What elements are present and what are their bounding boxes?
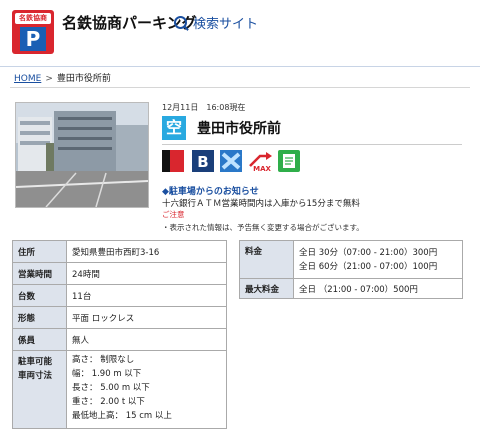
row-value: 愛知県豊田市西町3-16 <box>66 240 227 263</box>
svg-text:MAX: MAX <box>253 165 271 172</box>
card-icon <box>162 150 184 172</box>
table-row: 係員 無人 <box>12 328 227 351</box>
row-value: 無人 <box>66 328 227 351</box>
chevron-right-icon: > <box>45 74 53 84</box>
table-row: 形態 平面 ロックレス <box>12 306 227 329</box>
table-row: 営業時間 24時間 <box>12 262 227 285</box>
row-label: 営業時間 <box>12 262 67 285</box>
meitetsu-parking-logo[interactable]: 名鉄協商 P <box>12 10 54 54</box>
breadcrumb: HOME > 豊田市役所前 <box>14 71 111 84</box>
info-disclaimer: ・表示された情報は、予告無く変更する場合がございます。 <box>162 223 364 232</box>
site-header: 名鉄協商 P 名鉄協商パーキング 検索サイト <box>0 0 480 67</box>
row-label: 台数 <box>12 284 67 307</box>
status-timestamp: 12月11日 16:08現在 <box>162 103 246 112</box>
row-label-line: 車両寸法 <box>18 371 53 381</box>
notice-heading: ◆駐車場からのお知らせ <box>162 187 259 197</box>
dimension-length: 長さ： 5.00 m 以下 <box>72 383 150 393</box>
parking-info-table: 住所 愛知県豊田市西町3-16 営業時間 24時間 台数 11台 形態 平面 ロ… <box>12 240 227 429</box>
search-icon <box>174 16 187 29</box>
price-line: 全日 30分（07:00 - 21:00）300円 <box>299 247 438 258</box>
receipt-icon <box>278 150 300 172</box>
divider <box>162 144 462 145</box>
row-label: 形態 <box>12 306 67 329</box>
table-row: 駐車可能 車両寸法 高さ： 制限なし 幅： 1.90 m 以下 長さ： 5.00… <box>12 350 227 429</box>
row-label-line: 駐車可能 <box>18 357 53 367</box>
row-value: 全日 （21:00 - 07:00）500円 <box>293 278 463 299</box>
table-row: 台数 11台 <box>12 284 227 307</box>
dimension-height: 高さ： 制限なし <box>72 355 135 365</box>
table-row: 最大料金 全日 （21:00 - 07:00）500円 <box>239 278 463 299</box>
row-label: 係員 <box>12 328 67 351</box>
row-value: 24時間 <box>66 262 227 285</box>
row-value: 11台 <box>66 284 227 307</box>
dimension-clearance: 最低地上高： 15 cm 以上 <box>72 411 172 421</box>
parking-lot-name: 豊田市役所前 <box>197 121 281 137</box>
x-icon <box>220 150 242 172</box>
table-row: 料金 全日 30分（07:00 - 21:00）300円 全日 60分（21:0… <box>239 240 463 279</box>
notice-body: 十六銀行ＡＴＭ営業時間内は入庫から15分まで無料 <box>162 199 360 209</box>
svg-text:B: B <box>197 153 208 171</box>
row-label: 料金 <box>239 240 294 279</box>
row-label: 住所 <box>12 240 67 263</box>
search-site-label: 検索サイト <box>193 17 259 32</box>
row-value: 平面 ロックレス <box>66 306 227 329</box>
max-gate-icon: MAX <box>249 152 272 172</box>
search-site-link[interactable]: 検索サイト <box>174 13 258 32</box>
row-label: 駐車可能 車両寸法 <box>12 350 67 429</box>
row-value: 高さ： 制限なし 幅： 1.90 m 以下 長さ： 5.00 m 以下 重さ： … <box>66 350 227 429</box>
row-value: 全日 30分（07:00 - 21:00）300円 全日 60分（21:00 -… <box>293 240 463 279</box>
price-table: 料金 全日 30分（07:00 - 21:00）300円 全日 60分（21:0… <box>239 240 463 299</box>
breadcrumb-home-link[interactable]: HOME <box>14 74 41 84</box>
caution-label: ご注意 <box>162 210 185 219</box>
breadcrumb-current: 豊田市役所前 <box>56 74 111 84</box>
b-card-icon: B <box>192 150 214 172</box>
parking-lot-photo <box>15 102 149 208</box>
vacancy-badge: 空 <box>162 116 186 140</box>
logo-text: 名鉄協商 <box>15 13 51 24</box>
dimension-weight: 重さ： 2.00 t 以下 <box>72 397 145 407</box>
divider <box>10 87 470 88</box>
price-line: 全日 60分（21:00 - 07:00）100円 <box>299 261 438 272</box>
dimension-width: 幅： 1.90 m 以下 <box>72 369 142 379</box>
table-row: 住所 愛知県豊田市西町3-16 <box>12 240 227 263</box>
parking-p-icon: P <box>20 27 46 51</box>
row-label: 最大料金 <box>239 278 294 299</box>
